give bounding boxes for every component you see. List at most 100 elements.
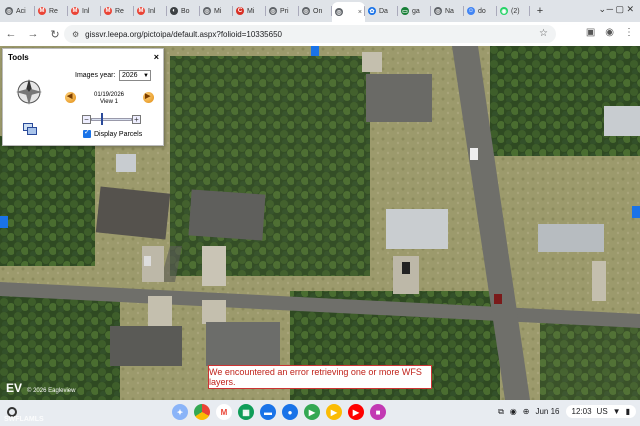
layers-icon[interactable] [23,123,37,135]
browser-tab[interactable]: ▭ ga [398,2,431,20]
browser-tab[interactable]: ✿ Da [365,2,398,20]
tools-panel: Tools × Images year: 2026 ▼ ◀ 01/19/2026… [2,48,164,146]
browser-tab[interactable]: C Mi [233,2,266,20]
tab-label: Da [379,7,388,15]
browser-tab[interactable]: M Re [35,2,68,20]
tab-label: (2) [511,7,520,15]
record-icon[interactable]: ◉ [510,407,517,416]
browser-tab[interactable]: ◎ On [299,2,332,20]
url-text[interactable]: gissvr.leepa.org/pictoipa/default.aspx?f… [85,30,282,39]
site-info-icon[interactable]: ⚙ [72,30,79,39]
images-year-value: 2026 [122,72,138,79]
tab-label: do [478,7,486,15]
compass-rotate-icon[interactable] [13,76,45,108]
zoom-slider-thumb[interactable] [101,113,104,125]
arrow-right-icon: ▶ [145,93,151,100]
screen-capture-icon[interactable]: ⧉ [498,407,504,417]
files-app-icon[interactable]: ▬ [260,404,276,420]
tab-close-icon[interactable]: × [358,9,362,16]
tab-strip: ◎ Aci M Re M Inl M Re M Inl ◐ Bo ◎ Mi C Mi ◎ Pri ◎ On ◎ × ✿ Da ▭… [0,0,640,22]
display-parcels-checkbox[interactable] [83,128,91,138]
eagleview-logo: EV [6,381,23,395]
os-shelf: ✦ M ▦ ▬ ● ▶ ▶ ▶ ■ ⧉ ◉ ⊕ Jun 16 12:03 US … [0,400,640,426]
tab-favicon-icon: ◎ [5,7,13,15]
browser-tab[interactable]: ☺ do [464,2,497,20]
tab-label: Na [445,7,454,15]
sidepanel-icon[interactable]: ▣ [586,27,595,38]
zoom-slider-track[interactable] [91,118,132,121]
messages-app-icon[interactable]: ● [282,404,298,420]
browser-tab[interactable]: ◉ (2) [497,2,530,20]
tab-label: Re [115,7,124,15]
tab-favicon-icon: M [104,7,112,15]
add-icon[interactable]: ⊕ [523,407,530,416]
browser-tab[interactable]: M Inl [68,2,101,20]
wfs-error-message: We encountered an error retrieving one o… [208,365,432,389]
bookmark-star-icon[interactable]: ☆ [539,28,548,39]
play-store-app-icon[interactable]: ▶ [326,404,342,420]
profile-icon[interactable]: ◉ [605,27,614,38]
tab-label: Mi [214,7,222,15]
tab-favicon-icon: C [236,7,244,15]
tab-favicon-icon: ◎ [269,7,277,15]
tab-favicon-icon: ◎ [203,7,211,15]
browser-tab[interactable]: ◎ Pri [266,2,299,20]
sheets-app-icon[interactable]: ▦ [238,404,254,420]
address-bar[interactable]: ⚙ gissvr.leepa.org/pictoipa/default.aspx… [64,25,556,43]
tab-label: Re [49,7,58,15]
gmail-app-icon[interactable]: M [216,404,232,420]
image-view: View 1 [100,99,118,105]
menu-kebab-icon[interactable]: ⋮ [624,27,634,38]
tab-favicon-icon: ◎ [302,7,310,15]
back-arrow-icon[interactable]: ← [0,28,22,40]
status-area[interactable]: 12:03 US ▼ ▮ [565,405,636,418]
images-year-label: Images year: [75,72,116,79]
images-year-select[interactable]: 2026 ▼ [119,70,151,81]
arrow-left-icon: ◀ [67,93,73,100]
zoom-out-button[interactable]: − [82,115,91,124]
tab-favicon-icon: M [137,7,145,15]
browser-tab[interactable]: ◎ Aci [2,2,35,20]
next-view-button[interactable]: ▶ [143,92,154,103]
window-controls[interactable]: ─ ▢ ✕ [607,4,634,15]
tab-favicon-icon: M [71,7,79,15]
tab-label: Inl [148,7,156,15]
browser-tab[interactable]: ◎ × [332,2,365,22]
map-top-marker-icon[interactable] [311,46,319,56]
browser-toolbar: ← → ↻ ⚙ gissvr.leepa.org/pictoipa/defaul… [0,22,640,46]
map-right-marker-icon[interactable] [632,206,640,218]
tab-favicon-icon: ◐ [170,7,178,15]
map-left-marker-icon[interactable] [0,216,8,228]
gemini-app-icon[interactable]: ✦ [172,404,188,420]
tab-search-chevron-icon[interactable]: ⌄ [598,4,606,15]
forward-arrow-icon[interactable]: → [22,28,44,40]
tools-close-button[interactable]: × [154,52,159,62]
tab-favicon-icon: M [38,7,46,15]
app-icon[interactable]: ■ [370,404,386,420]
tab-favicon-icon: ◎ [335,8,343,16]
display-parcels-toggle[interactable]: Display Parcels [83,128,142,138]
tab-label: ga [412,7,420,15]
youtube-app-icon[interactable]: ▶ [348,404,364,420]
previous-view-button[interactable]: ◀ [65,92,76,103]
meet-app-icon[interactable]: ▶ [304,404,320,420]
browser-tab[interactable]: M Inl [134,2,167,20]
chrome-app-icon[interactable] [194,404,210,420]
battery-icon: ▮ [625,407,630,416]
shelf-date[interactable]: Jun 16 [535,407,559,416]
tab-label: Aci [16,7,26,15]
zoom-in-button[interactable]: + [132,115,141,124]
new-tab-button[interactable]: + [530,5,550,17]
system-tray[interactable]: ⧉ ◉ ⊕ Jun 16 12:03 US ▼ ▮ [498,405,636,418]
chevron-down-icon: ▼ [143,72,149,79]
browser-tab[interactable]: ◐ Bo [167,2,200,20]
tab-label: Pri [280,7,289,15]
browser-tab[interactable]: ◎ Mi [200,2,233,20]
map-copyright: © 2026 Eagleview [27,388,76,394]
reload-icon[interactable]: ↻ [44,28,66,41]
browser-tab[interactable]: M Re [101,2,134,20]
tab-label: On [313,7,323,15]
tab-favicon-icon: ◎ [434,7,442,15]
browser-tab[interactable]: ◎ Na [431,2,464,20]
tab-label: Mi [247,7,255,15]
